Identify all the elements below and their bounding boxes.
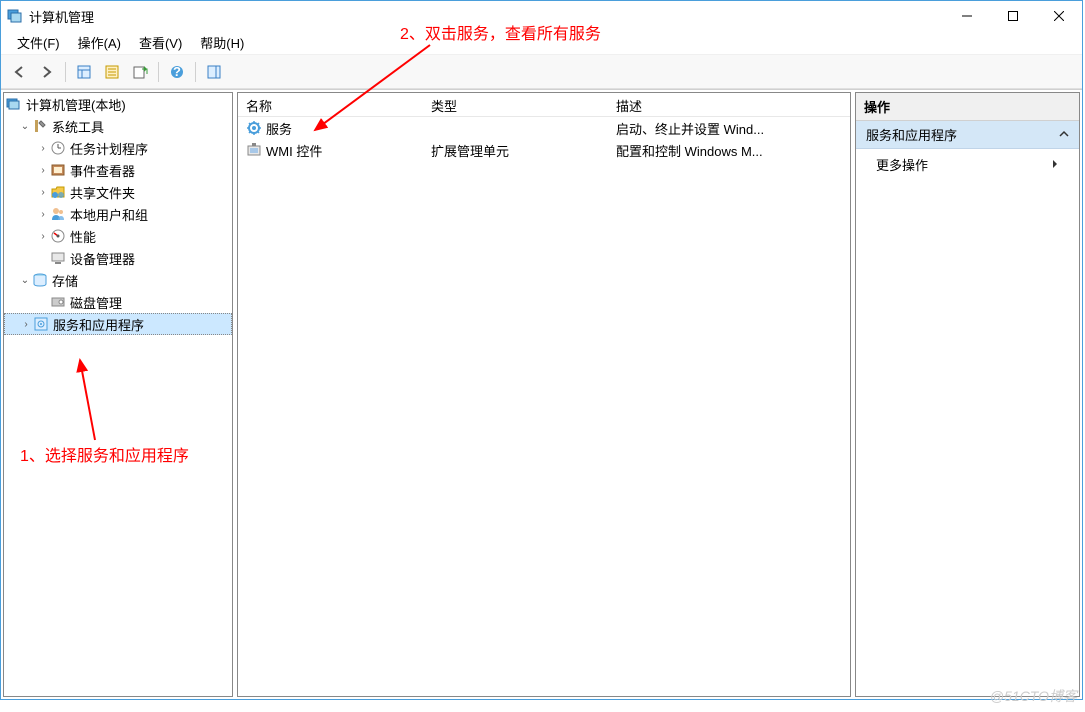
menu-action[interactable]: 操作(A) (70, 31, 129, 54)
gear-icon (246, 120, 262, 136)
expand-icon[interactable]: › (36, 165, 50, 176)
expand-icon[interactable]: › (19, 319, 33, 330)
titlebar: 计算机管理 (1, 1, 1082, 31)
cell-name: WMI 控件 (266, 141, 322, 160)
list-body[interactable]: 服务 启动、终止并设置 Wind... WMI 控件 扩展管理单元 配置和控制 … (238, 117, 850, 696)
tree-storage[interactable]: ⌄ 存储 (4, 269, 232, 291)
tree-label: 共享文件夹 (70, 183, 135, 202)
actions-more[interactable]: 更多操作 (856, 149, 1079, 180)
toolbar-separator (158, 62, 159, 82)
tree-label: 本地用户和组 (70, 205, 148, 224)
chevron-right-icon (1051, 157, 1059, 172)
forward-button[interactable] (35, 60, 59, 84)
tree-label: 计算机管理(本地) (26, 95, 126, 114)
tree-event-viewer[interactable]: › 事件查看器 (4, 159, 232, 181)
window-controls (944, 1, 1082, 31)
tree-label: 性能 (70, 227, 96, 246)
tree-label: 磁盘管理 (70, 293, 122, 312)
tree-label: 设备管理器 (70, 249, 135, 268)
show-actions-pane-button[interactable] (202, 60, 226, 84)
tree-label: 任务计划程序 (70, 139, 148, 158)
toolbar: ? (1, 55, 1082, 89)
actions-item-label: 更多操作 (876, 155, 928, 174)
toolbar-separator (195, 62, 196, 82)
wmi-icon (246, 142, 262, 158)
list-header: 名称 类型 描述 (238, 93, 850, 117)
collapse-icon[interactable]: ⌄ (18, 121, 32, 132)
tree-label: 系统工具 (52, 117, 104, 136)
collapse-icon[interactable]: ⌄ (18, 275, 32, 286)
maximize-button[interactable] (990, 1, 1036, 31)
tools-icon (32, 118, 48, 134)
toolbar-separator (65, 62, 66, 82)
tree-local-users[interactable]: › 本地用户和组 (4, 203, 232, 225)
disk-icon (50, 294, 66, 310)
export-list-button[interactable] (128, 60, 152, 84)
tree-services-apps[interactable]: › 服务和应用程序 (4, 313, 232, 335)
cell-desc: 启动、终止并设置 Wind... (616, 119, 764, 138)
tree-task-scheduler[interactable]: › 任务计划程序 (4, 137, 232, 159)
list-row-services[interactable]: 服务 启动、终止并设置 Wind... (238, 117, 850, 139)
performance-icon (50, 228, 66, 244)
properties-button[interactable] (100, 60, 124, 84)
list-row-wmi[interactable]: WMI 控件 扩展管理单元 配置和控制 Windows M... (238, 139, 850, 161)
column-type[interactable]: 类型 (423, 93, 608, 116)
actions-panel: 操作 服务和应用程序 更多操作 (855, 92, 1080, 697)
column-name[interactable]: 名称 (238, 93, 423, 116)
actions-group-header[interactable]: 服务和应用程序 (856, 121, 1079, 149)
window-title: 计算机管理 (29, 7, 944, 26)
clock-icon (50, 140, 66, 156)
collapse-up-icon (1059, 127, 1069, 142)
expand-icon[interactable]: › (36, 143, 50, 154)
body: 计算机管理(本地) ⌄ 系统工具 › 任务计划程序 › 事件查看器 › 共享文件… (1, 89, 1082, 699)
storage-icon (32, 272, 48, 288)
help-button[interactable]: ? (165, 60, 189, 84)
shared-folder-icon (50, 184, 66, 200)
computer-icon (6, 96, 22, 112)
tree-shared-folders[interactable]: › 共享文件夹 (4, 181, 232, 203)
tree-root[interactable]: 计算机管理(本地) (4, 93, 232, 115)
menu-file[interactable]: 文件(F) (9, 31, 68, 54)
cell-type: 扩展管理单元 (431, 141, 509, 160)
list-panel: 名称 类型 描述 服务 启动、终止并设置 Wind... WMI 控件 (237, 92, 851, 697)
expand-icon[interactable]: › (36, 209, 50, 220)
expand-icon[interactable]: › (36, 187, 50, 198)
users-icon (50, 206, 66, 222)
minimize-button[interactable] (944, 1, 990, 31)
close-button[interactable] (1036, 1, 1082, 31)
tree-device-manager[interactable]: 设备管理器 (4, 247, 232, 269)
tree-system-tools[interactable]: ⌄ 系统工具 (4, 115, 232, 137)
back-button[interactable] (7, 60, 31, 84)
tree-panel[interactable]: 计算机管理(本地) ⌄ 系统工具 › 任务计划程序 › 事件查看器 › 共享文件… (3, 92, 233, 697)
tree-label: 服务和应用程序 (53, 315, 144, 334)
tree-disk-management[interactable]: 磁盘管理 (4, 291, 232, 313)
column-description[interactable]: 描述 (608, 93, 818, 116)
tree-label: 存储 (52, 271, 78, 290)
app-icon (7, 8, 23, 24)
cell-name: 服务 (266, 119, 292, 138)
services-apps-icon (33, 316, 49, 332)
device-icon (50, 250, 66, 266)
computer-management-window: 计算机管理 文件(F) 操作(A) 查看(V) 帮助(H) ? 计算机管理(本地… (0, 0, 1083, 700)
expand-icon[interactable]: › (36, 231, 50, 242)
actions-group-label: 服务和应用程序 (866, 125, 957, 144)
show-hide-tree-button[interactable] (72, 60, 96, 84)
svg-text:?: ? (173, 64, 181, 79)
menubar: 文件(F) 操作(A) 查看(V) 帮助(H) (1, 31, 1082, 55)
actions-header: 操作 (856, 93, 1079, 121)
menu-view[interactable]: 查看(V) (131, 31, 190, 54)
menu-help[interactable]: 帮助(H) (192, 31, 252, 54)
tree-label: 事件查看器 (70, 161, 135, 180)
cell-desc: 配置和控制 Windows M... (616, 141, 763, 160)
event-log-icon (50, 162, 66, 178)
tree-performance[interactable]: › 性能 (4, 225, 232, 247)
